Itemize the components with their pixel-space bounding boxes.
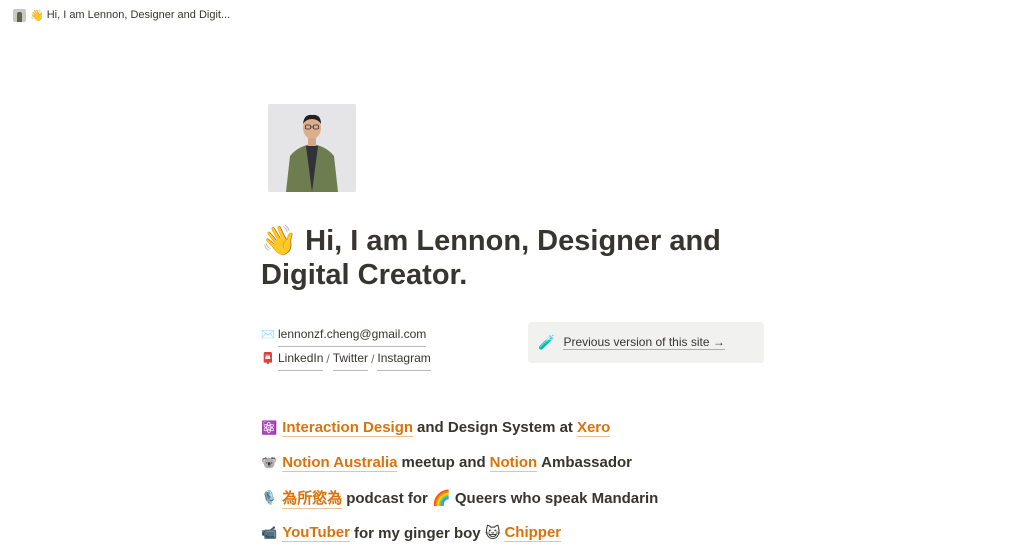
intro-list: ⚛️ Interaction Design and Design System … [261,410,658,550]
list-item: 🐨 Notion Australia meetup and Notion Amb… [261,445,658,480]
list-item-text: for my ginger boy 😺 [353,524,501,542]
test-tube-icon: 🧪 [538,334,556,350]
list-item-text: podcast for 🌈 Queers who speak Mandarin [346,489,659,507]
linkedin-link[interactable]: LinkedIn [278,347,324,371]
list-item-text: and Design System at [417,419,573,436]
podcast-link[interactable]: 為所慾為 [282,487,343,509]
youtuber-link[interactable]: YouTuber [282,524,350,542]
interaction-design-link[interactable]: Interaction Design [282,419,414,437]
waving-hand-icon: 👋 [261,225,298,257]
atom-icon: ⚛️ [261,419,278,435]
notion-link[interactable]: Notion [489,454,538,472]
koala-icon: 🐨 [261,454,278,470]
page-title: 👋 Hi, I am Lennon, Designer and Digital … [261,224,781,292]
xero-link[interactable]: Xero [576,419,611,437]
email-row: ✉️ lennonzf.cheng@gmail.com [261,323,431,347]
video-camera-icon: 📹 [261,524,278,540]
envelope-icon: ✉️ [261,328,275,341]
list-item: ⚛️ Interaction Design and Design System … [261,410,658,445]
page-title-text: Hi, I am Lennon, Designer and Digital Cr… [261,225,721,291]
profile-photo-icon [13,8,26,22]
separator: / [326,351,330,366]
notion-australia-link[interactable]: Notion Australia [282,454,398,472]
instagram-link[interactable]: Instagram [377,347,431,371]
chipper-link[interactable]: Chipper [504,524,562,542]
postbox-icon: 📮 [261,352,275,365]
previous-version-link[interactable]: Previous version of this site → [563,335,725,350]
separator: / [371,351,375,366]
social-row: 📮 LinkedIn / Twitter / Instagram [261,347,431,371]
list-item: 📹 YouTuber for my ginger boy 😺 Chipper [261,515,658,550]
profile-photo [268,104,356,192]
list-item-text: Ambassador [541,454,633,471]
microphone-icon: 🎙️ [261,489,278,505]
waving-hand-icon: 👋 [30,9,44,22]
list-item: 🎙️ 為所慾為 podcast for 🌈 Queers who speak M… [261,480,658,515]
email-link[interactable]: lennonzf.cheng@gmail.com [278,323,427,347]
avatar [268,104,356,192]
tab-title: Hi, I am Lennon, Designer and Digit... [46,9,231,21]
twitter-link[interactable]: Twitter [332,347,369,371]
contact-links: ✉️ lennonzf.cheng@gmail.com 📮 LinkedIn /… [261,323,431,371]
previous-version-callout: 🧪 Previous version of this site → [528,322,764,363]
list-item-text: meetup and [401,454,486,471]
browser-tab-title[interactable]: 👋 Hi, I am Lennon, Designer and Digit... [0,0,1024,30]
